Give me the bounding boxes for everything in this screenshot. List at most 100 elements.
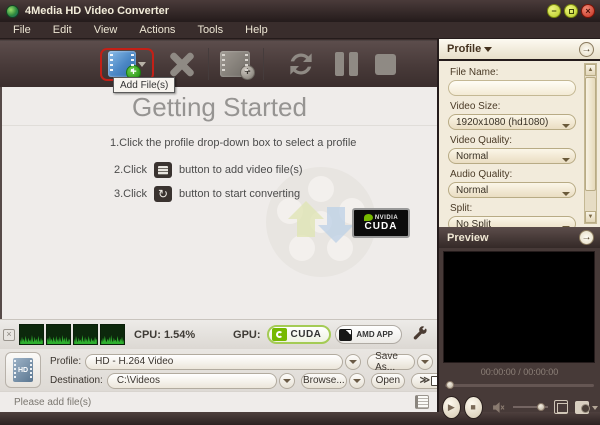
menu-file[interactable]: File: [2, 24, 42, 36]
destination-select[interactable]: C:\Videos: [106, 372, 277, 389]
menu-actions[interactable]: Actions: [128, 24, 186, 36]
toolbar-separator: [263, 48, 264, 80]
snapshot-dropdown-icon[interactable]: [592, 405, 598, 413]
profile-panel-title: Profile: [447, 43, 482, 55]
plus-icon: +: [240, 64, 255, 80]
step-1-text: 1.Click the profile drop-down box to sel…: [110, 137, 357, 149]
profile-label: Profile:: [50, 356, 82, 367]
menu-help[interactable]: Help: [234, 24, 279, 36]
divider: [2, 125, 437, 126]
preview-stop-button[interactable]: ■: [463, 395, 483, 419]
audio-quality-select[interactable]: Normal: [448, 182, 576, 198]
destination-dropdown-button[interactable]: [278, 372, 295, 389]
nvidia-logo-icon: [271, 328, 287, 341]
volume-thumb[interactable]: [536, 403, 545, 411]
app-icon: [6, 4, 19, 18]
step-2-text: 2.Click button to add video file(s): [114, 162, 303, 178]
transfer-chevrons-icon: ≫: [419, 375, 431, 386]
add-file-icon: +: [108, 51, 141, 80]
profile-panel-header[interactable]: Profile →: [437, 39, 600, 61]
profile-scrollbar[interactable]: ▲ ▼: [584, 63, 597, 224]
profile-next-button[interactable]: →: [579, 42, 594, 57]
stop-button[interactable]: [375, 53, 396, 75]
amd-app-button[interactable]: AMD APP: [335, 325, 402, 344]
menu-tools[interactable]: Tools: [186, 24, 234, 36]
scroll-up-button[interactable]: ▲: [585, 64, 596, 76]
video-quality-label: Video Quality:: [450, 135, 513, 146]
file-name-input[interactable]: [448, 80, 576, 96]
tooltip: Add File(s): [113, 77, 176, 93]
output-settings: HD Profile: HD - H.264 Video Save As... …: [0, 349, 465, 391]
cuda-gpu-button[interactable]: CUDA: [266, 325, 332, 344]
profile-dropdown-button[interactable]: [345, 353, 362, 370]
close-button[interactable]: ×: [581, 4, 595, 18]
collapse-caret-icon: [484, 47, 493, 56]
delete-button[interactable]: [167, 49, 197, 79]
scroll-down-button[interactable]: ▼: [585, 211, 596, 223]
convert-mini-icon: ↻: [154, 186, 173, 202]
perf-close-button[interactable]: ×: [3, 328, 15, 341]
gpu-label: GPU:: [233, 328, 261, 341]
app-window: 4Media HD Video Converter − × File Edit …: [0, 0, 600, 425]
menu-bar: File Edit View Actions Tools Help: [0, 22, 600, 39]
video-preview-area: [443, 251, 595, 363]
toolbar-separator: [208, 48, 209, 80]
add-file-button[interactable]: +: [100, 47, 154, 81]
hd-film-icon: HD: [13, 358, 33, 382]
preview-panel-body: 00:00:00 / 00:00:00 ▶ ■: [437, 248, 600, 419]
nvidia-logo-icon: [363, 214, 373, 221]
toolbar: + +: [0, 40, 437, 87]
play-button[interactable]: ▶: [442, 395, 461, 419]
profile-select[interactable]: HD - H.264 Video: [85, 353, 344, 370]
frame-capture-button[interactable]: [553, 400, 568, 414]
add-title-icon: +: [220, 50, 255, 80]
open-button[interactable]: Open: [370, 372, 405, 389]
seek-thumb[interactable]: [446, 381, 454, 389]
preview-next-button[interactable]: →: [579, 230, 594, 245]
status-bar: Please add file(s): [0, 391, 437, 412]
minimize-button[interactable]: −: [547, 4, 561, 18]
performance-bar: × CPU: 1.54% GPU: CUDA AMD APP: [0, 319, 437, 349]
video-quality-select[interactable]: Normal: [448, 148, 576, 164]
cpu-usage-label: CPU: 1.54%: [134, 328, 196, 341]
cpu-usage-graphs: [19, 324, 125, 345]
menu-edit[interactable]: Edit: [42, 24, 83, 36]
getting-started-panel: Getting Started 1.Click the profile drop…: [0, 87, 437, 319]
preview-panel-header: Preview →: [437, 227, 600, 248]
file-name-label: File Name:: [450, 67, 499, 78]
video-size-select[interactable]: 1920x1080 (hd1080): [448, 114, 576, 130]
nvidia-cuda-badge: NVIDIA CUDA: [352, 208, 410, 238]
status-message: Please add file(s): [14, 396, 92, 408]
add-title-button[interactable]: +: [220, 50, 255, 80]
add-file-mini-icon: [154, 162, 173, 178]
getting-started-title: Getting Started: [132, 92, 307, 122]
save-as-dropdown-button[interactable]: [417, 353, 434, 370]
browse-button[interactable]: Browse...: [300, 372, 347, 389]
seek-slider[interactable]: [445, 381, 594, 389]
profile-preset-button[interactable]: HD: [5, 352, 41, 388]
split-label: Split:: [450, 203, 473, 214]
wrench-icon: [413, 326, 427, 340]
volume-slider[interactable]: [512, 403, 548, 411]
save-as-button[interactable]: Save As...: [367, 351, 416, 373]
menu-view[interactable]: View: [83, 24, 129, 36]
volume-icon[interactable]: [492, 401, 505, 414]
preview-panel-title: Preview: [447, 231, 489, 244]
snapshot-button[interactable]: [574, 400, 591, 414]
time-display: 00:00:00 / 00:00:00: [480, 367, 559, 377]
audio-quality-label: Audio Quality:: [450, 169, 513, 180]
video-size-label: Video Size:: [450, 101, 501, 112]
browse-dropdown-button[interactable]: [348, 372, 365, 389]
scrollbar-thumb[interactable]: [585, 77, 596, 191]
amd-logo-icon: [339, 328, 353, 341]
convert-refresh-icon: [290, 53, 312, 75]
profile-panel-body: File Name: Video Size: 1920x1080 (hd1080…: [437, 61, 600, 232]
log-icon[interactable]: [415, 395, 429, 409]
window-title: 4Media HD Video Converter: [25, 5, 170, 17]
convert-button[interactable]: [285, 48, 317, 80]
maximize-button[interactable]: [564, 4, 578, 18]
title-bar: 4Media HD Video Converter − ×: [0, 0, 600, 22]
destination-label: Destination:: [50, 375, 103, 386]
gpu-settings-button[interactable]: [411, 326, 428, 343]
pause-button[interactable]: [335, 52, 358, 76]
